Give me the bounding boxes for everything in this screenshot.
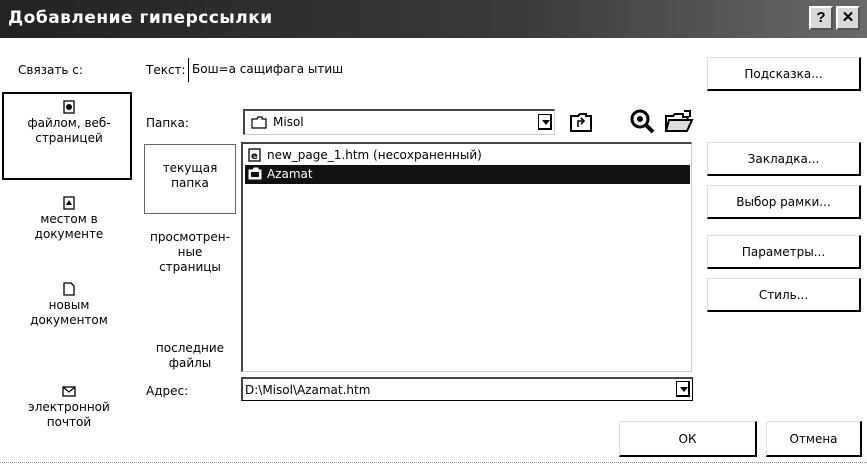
address-value: D:\Misol\Azamat.htm bbox=[245, 383, 371, 397]
browsed-pages-line1: просмотрен- bbox=[150, 230, 230, 244]
folder-label: Папка: bbox=[146, 116, 189, 130]
bookmark-button[interactable]: Закладка... bbox=[707, 142, 861, 176]
title-bar[interactable]: Добавление гиперссылки ? ✕ bbox=[0, 0, 867, 38]
hyperlink-dialog: Добавление гиперссылки ? ✕ Связать с: фа… bbox=[0, 0, 867, 464]
search-web-icon[interactable] bbox=[628, 108, 656, 134]
folder-value: Misol bbox=[273, 115, 304, 129]
link-existing-file-line2: страницей bbox=[35, 131, 103, 145]
folder-icon bbox=[248, 167, 262, 180]
link-place-line1: местом в bbox=[40, 212, 98, 226]
address-dropdown-button[interactable] bbox=[676, 381, 690, 397]
link-email-line1: электронной bbox=[28, 400, 110, 414]
select-frame-button[interactable]: Выбор рамки... bbox=[707, 185, 861, 219]
browsed-pages-item[interactable]: просмотрен- ные страницы bbox=[144, 230, 236, 275]
current-folder-line2: папка bbox=[171, 176, 209, 190]
open-folder-icon[interactable] bbox=[664, 108, 694, 134]
address-combo[interactable]: D:\Misol\Azamat.htm bbox=[241, 377, 693, 401]
email-icon bbox=[62, 386, 76, 397]
text-input-value: Бош=а сащифага ытиш bbox=[192, 62, 344, 76]
recent-files-item[interactable]: последние файлы bbox=[144, 341, 236, 371]
ok-button[interactable]: ОК bbox=[619, 421, 757, 457]
browsed-pages-line3: страницы bbox=[159, 260, 221, 274]
close-button[interactable]: ✕ bbox=[836, 6, 860, 30]
dialog-bottom-edge bbox=[0, 462, 867, 463]
current-folder-line1: текущая bbox=[162, 161, 218, 175]
folder-icon bbox=[251, 116, 267, 129]
svg-text:e: e bbox=[251, 151, 258, 162]
link-new-doc-line1: новым bbox=[48, 298, 90, 312]
file-list-item-selected[interactable]: Azamat bbox=[245, 165, 690, 184]
link-existing-file-item[interactable]: файлом, веб- страницей bbox=[6, 100, 132, 146]
link-with-label: Связать с: bbox=[18, 63, 83, 77]
link-email-line2: почтой bbox=[46, 415, 92, 429]
folder-combo[interactable]: Misol bbox=[243, 109, 555, 135]
file-name: Azamat bbox=[267, 167, 313, 181]
link-existing-file-line1: файлом, веб- bbox=[27, 116, 111, 130]
file-name: new_page_1.htm (несохраненный) bbox=[267, 148, 482, 162]
link-new-document-item[interactable]: новым документом bbox=[6, 282, 132, 328]
window-title: Добавление гиперссылки bbox=[8, 8, 273, 28]
text-label: Текст: bbox=[146, 63, 186, 77]
up-folder-icon[interactable] bbox=[568, 110, 594, 134]
address-label: Адрес: bbox=[146, 384, 189, 398]
recent-files-line2: файлы bbox=[168, 356, 212, 370]
link-place-line2: документе bbox=[34, 227, 104, 241]
link-place-in-document-item[interactable]: местом в документе bbox=[6, 196, 132, 242]
parameters-button[interactable]: Параметры... bbox=[707, 235, 861, 269]
html-file-icon: e bbox=[248, 148, 261, 162]
recent-files-line1: последние bbox=[155, 341, 225, 355]
link-new-doc-line2: документом bbox=[30, 313, 108, 327]
file-list-item[interactable]: e new_page_1.htm (несохраненный) bbox=[245, 146, 667, 165]
style-button[interactable]: Стиль... bbox=[707, 278, 861, 312]
help-button[interactable]: ? bbox=[809, 6, 833, 30]
file-list[interactable]: e new_page_1.htm (несохраненный) Azamat bbox=[241, 142, 692, 372]
current-folder-item[interactable]: текущая папка bbox=[144, 161, 236, 191]
hint-button[interactable]: Подсказка... bbox=[707, 57, 861, 91]
web-page-icon bbox=[63, 100, 75, 114]
browsed-pages-line2: ные bbox=[177, 245, 203, 259]
text-input[interactable]: Бош=а сащифага ытиш bbox=[188, 58, 706, 82]
cancel-button[interactable]: Отмена bbox=[766, 421, 862, 457]
folder-dropdown-button[interactable] bbox=[538, 114, 552, 130]
link-email-item[interactable]: электронной почтой bbox=[6, 384, 132, 430]
place-in-document-icon bbox=[63, 196, 75, 210]
new-document-icon bbox=[63, 282, 75, 296]
